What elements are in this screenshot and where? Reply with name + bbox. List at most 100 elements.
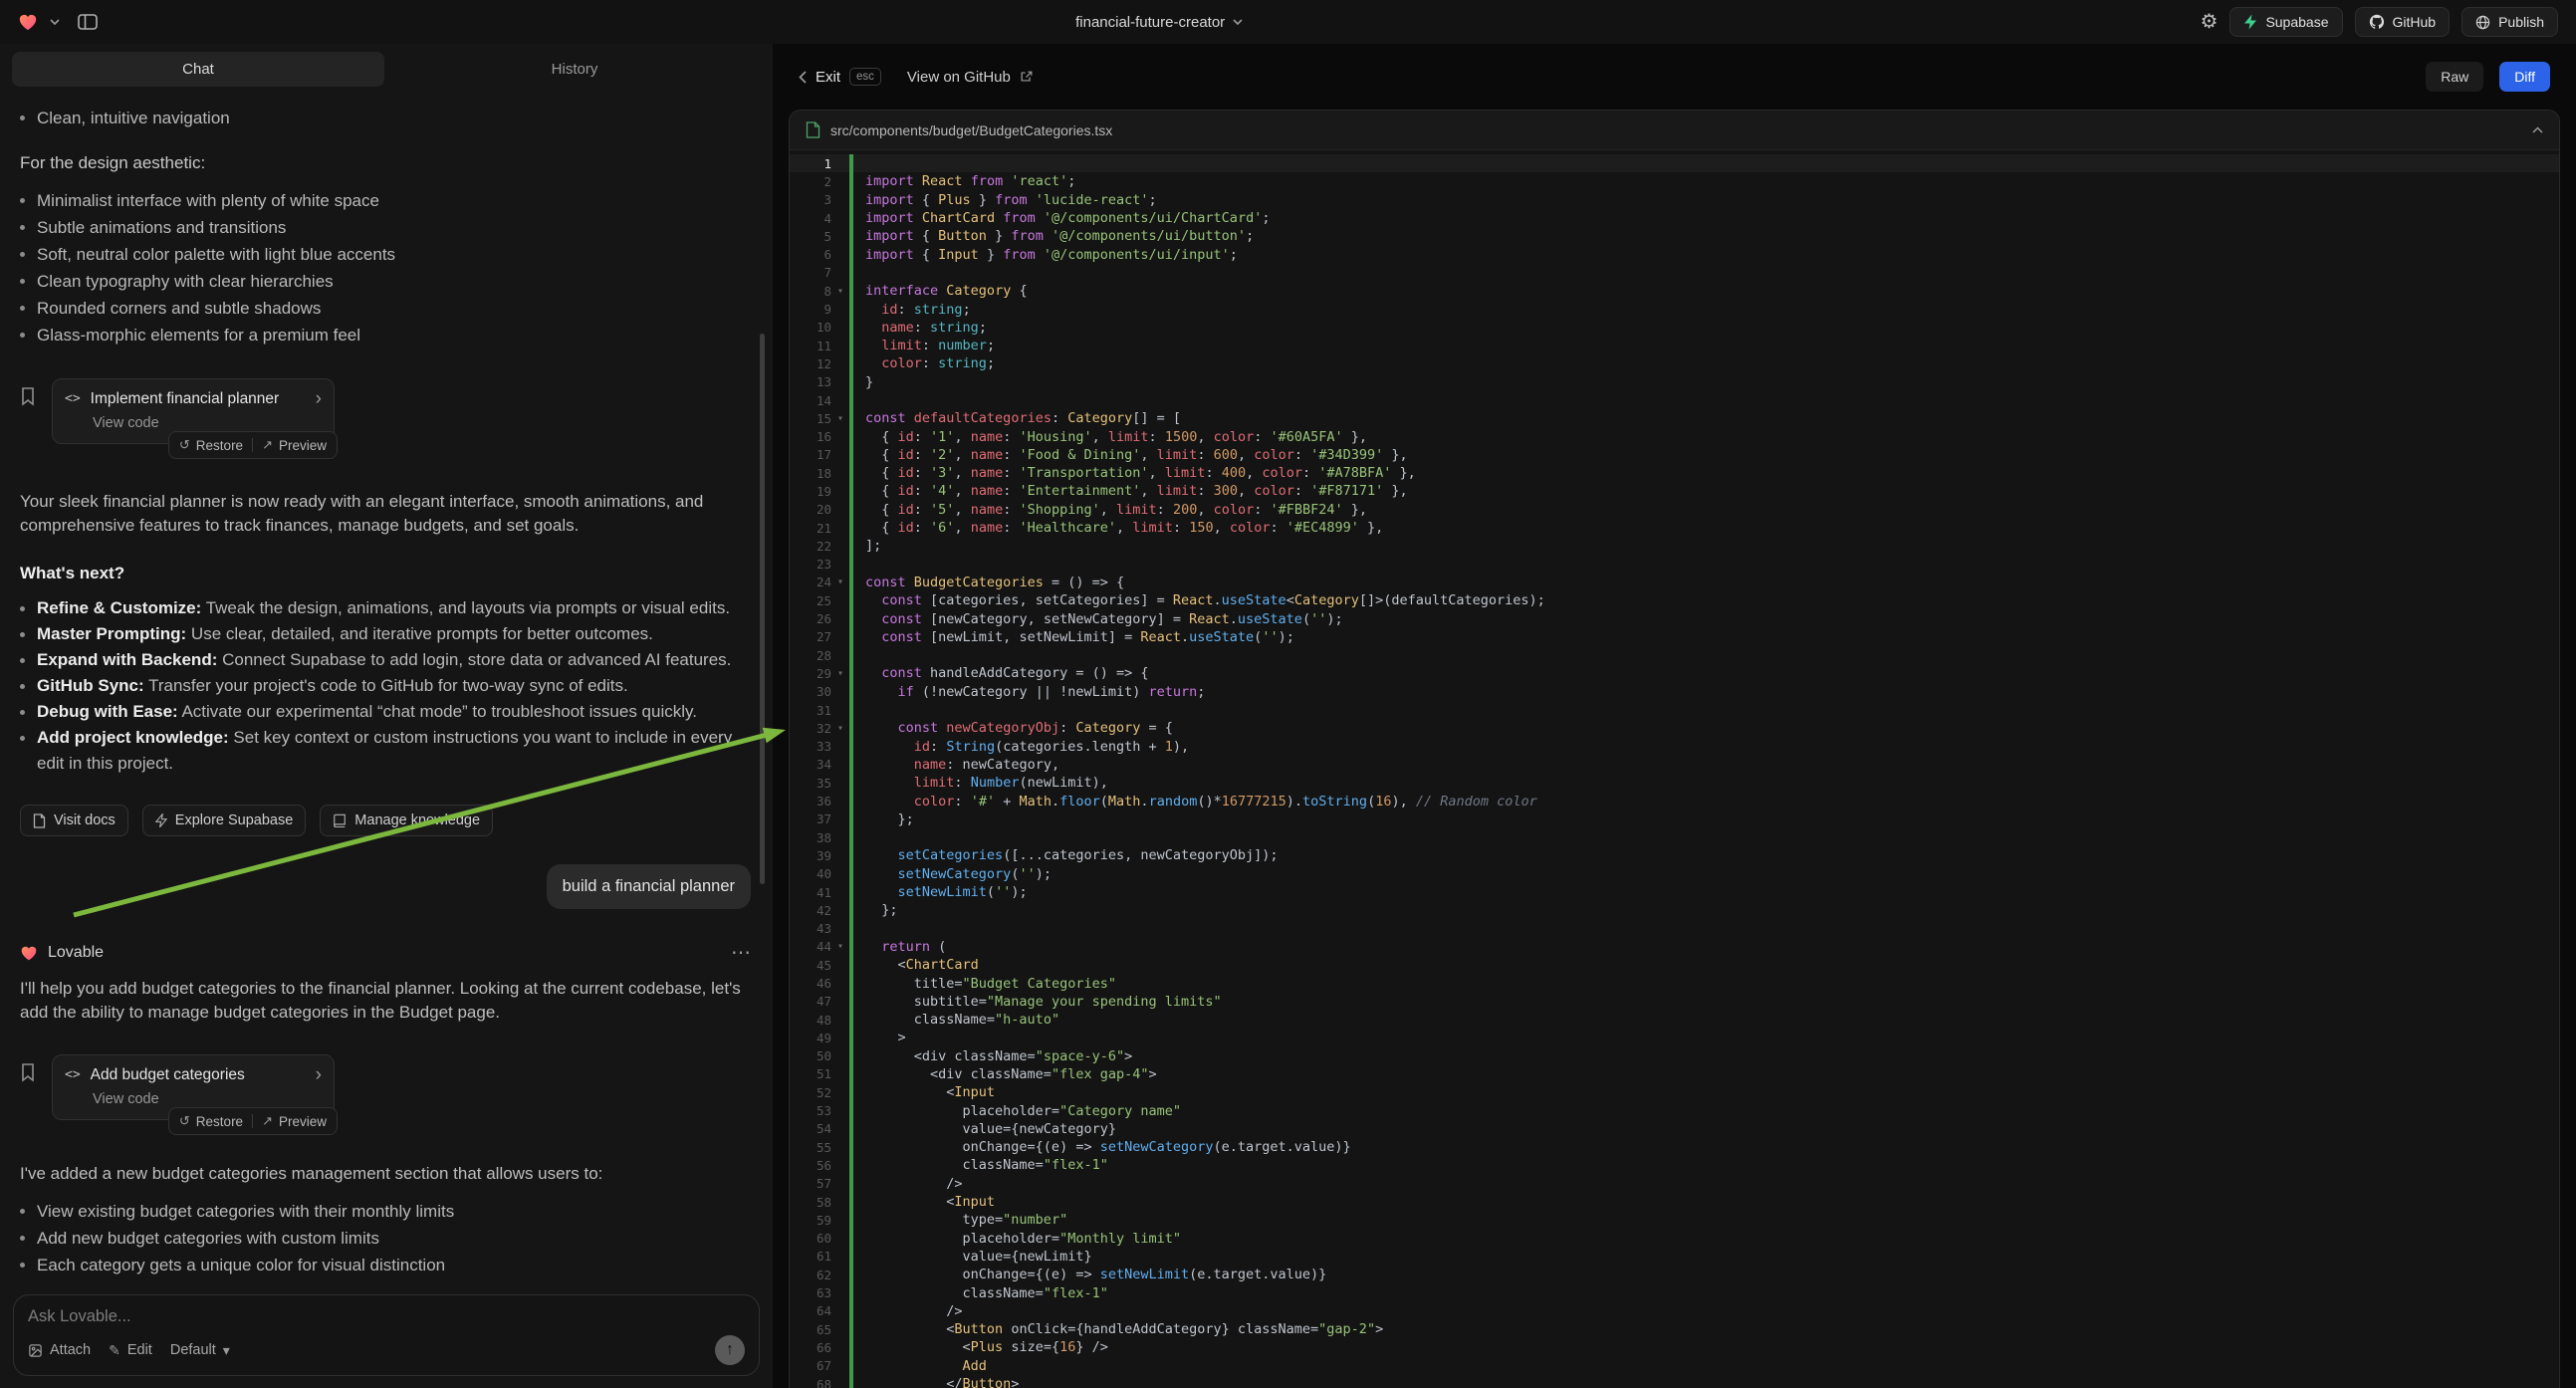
chat-input[interactable] bbox=[28, 1307, 745, 1326]
diff-button[interactable]: Diff bbox=[2499, 62, 2550, 92]
code-line: 35 limit: Number(newLimit), bbox=[790, 774, 2559, 792]
code-line: 66 <Plus size={16} /> bbox=[790, 1338, 2559, 1356]
assistant-message: I'll help you add budget categories to t… bbox=[20, 977, 751, 1025]
code-text: <Plus size={16} /> bbox=[853, 1339, 1108, 1355]
code-text: { id: '4', name: 'Entertainment', limit:… bbox=[853, 483, 1408, 499]
line-number: 37 bbox=[790, 811, 831, 826]
line-number: 12 bbox=[790, 356, 831, 371]
line-number: 22 bbox=[790, 539, 831, 554]
code-text: { id: '1', name: 'Housing', limit: 1500,… bbox=[853, 429, 1367, 445]
code-text: const [newCategory, setNewCategory] = Re… bbox=[853, 611, 1343, 627]
result-bullets: View existing budget categories with the… bbox=[20, 1198, 751, 1278]
project-switcher[interactable]: financial-future-creator bbox=[1075, 14, 1243, 31]
bullet-dot bbox=[20, 198, 25, 203]
line-number: 57 bbox=[790, 1176, 831, 1191]
github-button[interactable]: GitHub bbox=[2355, 7, 2451, 37]
view-code-link[interactable]: View code bbox=[93, 415, 322, 431]
line-number: 4 bbox=[790, 211, 831, 226]
code-text: onChange={(e) => setNewCategory(e.target… bbox=[853, 1139, 1351, 1155]
code-line: 42 }; bbox=[790, 901, 2559, 919]
visit-docs-button[interactable]: Visit docs bbox=[20, 805, 128, 836]
line-number: 6 bbox=[790, 247, 831, 262]
restore-button[interactable]: ↺ Restore bbox=[179, 1113, 243, 1129]
bookmark-icon[interactable] bbox=[20, 1062, 36, 1082]
code-text: placeholder="Category name" bbox=[853, 1103, 1181, 1119]
fold-chevron-icon[interactable]: ▾ bbox=[831, 577, 849, 587]
code-line: 68 </Button> bbox=[790, 1375, 2559, 1388]
line-number: 38 bbox=[790, 830, 831, 845]
edit-button[interactable]: ✎ Edit bbox=[109, 1342, 152, 1358]
mode-select[interactable]: Default ▾ bbox=[170, 1342, 230, 1358]
edit-card-add-budget-categories[interactable]: <> Add budget categories › View code ↺ R… bbox=[52, 1054, 335, 1120]
line-number: 13 bbox=[790, 374, 831, 389]
publish-button[interactable]: Publish bbox=[2461, 7, 2558, 37]
view-on-github-link[interactable]: View on GitHub bbox=[907, 69, 1034, 86]
chevron-right-icon: › bbox=[316, 1065, 322, 1084]
view-code-link[interactable]: View code bbox=[93, 1091, 322, 1107]
chat-scrollbar-thumb[interactable] bbox=[760, 334, 765, 884]
manage-knowledge-button[interactable]: Manage knowledge bbox=[320, 805, 493, 836]
bullet-dot bbox=[20, 658, 25, 663]
settings-gear-icon[interactable]: ⚙ bbox=[2201, 12, 2219, 32]
code-text: > bbox=[853, 1030, 906, 1045]
fold-chevron-icon[interactable]: ▾ bbox=[831, 723, 849, 734]
code-line: 52 <Input bbox=[790, 1083, 2559, 1101]
lovable-logo-icon[interactable] bbox=[18, 13, 38, 31]
attach-button[interactable]: Attach bbox=[28, 1342, 91, 1358]
code-text: /> bbox=[853, 1303, 963, 1319]
fold-chevron-icon[interactable]: ▾ bbox=[831, 941, 849, 952]
chevron-down-icon: ▾ bbox=[223, 1343, 230, 1357]
send-button[interactable]: ↑ bbox=[715, 1335, 745, 1365]
code-line: 9 id: string; bbox=[790, 300, 2559, 318]
code-text: const newCategoryObj: Category = { bbox=[853, 720, 1173, 736]
code-line: 40 setNewCategory(''); bbox=[790, 865, 2559, 883]
attach-image-icon bbox=[28, 1343, 43, 1358]
restore-icon: ↺ bbox=[179, 437, 190, 453]
collapse-chevron-up-icon[interactable] bbox=[2532, 126, 2543, 133]
code-line: 60 placeholder="Monthly limit" bbox=[790, 1230, 2559, 1248]
explore-supabase-button[interactable]: Explore Supabase bbox=[142, 805, 307, 836]
more-options-icon[interactable]: ⋯ bbox=[731, 943, 751, 963]
code-text bbox=[853, 647, 873, 663]
sidebar-toggle-icon[interactable] bbox=[78, 14, 98, 30]
tab-chat[interactable]: Chat bbox=[12, 52, 384, 87]
bullet-dot bbox=[20, 225, 25, 230]
line-number: 24 bbox=[790, 575, 831, 589]
code-text: id: string; bbox=[853, 302, 971, 318]
code-line: 16 { id: '1', name: 'Housing', limit: 15… bbox=[790, 427, 2559, 445]
send-arrow-icon: ↑ bbox=[726, 1341, 734, 1359]
code-line: 2import React from 'react'; bbox=[790, 172, 2559, 190]
whats-next-heading: What's next? bbox=[20, 564, 751, 583]
line-number: 53 bbox=[790, 1103, 831, 1118]
chevron-down-icon[interactable] bbox=[50, 19, 60, 25]
restore-button[interactable]: ↺ Restore bbox=[179, 437, 243, 453]
exit-button[interactable]: Exit esc bbox=[799, 68, 881, 86]
line-number: 44 bbox=[790, 939, 831, 954]
chat-tabs: Chat History bbox=[0, 44, 773, 91]
list-item: Rounded corners and subtle shadows bbox=[20, 295, 751, 322]
code-line: 24▾const BudgetCategories = () => { bbox=[790, 574, 2559, 591]
code-line: 8▾interface Category { bbox=[790, 282, 2559, 300]
edit-card-row: <> Implement financial planner › View co… bbox=[20, 378, 751, 444]
code-text: import React from 'react'; bbox=[853, 173, 1075, 189]
line-number: 33 bbox=[790, 739, 831, 754]
line-number: 63 bbox=[790, 1285, 831, 1300]
code-line: 36 color: '#' + Math.floor(Math.random()… bbox=[790, 792, 2559, 810]
code-text: <div className="flex gap-4"> bbox=[853, 1066, 1157, 1082]
publish-label: Publish bbox=[2498, 14, 2544, 30]
preview-button[interactable]: ↗ Preview bbox=[262, 1113, 327, 1129]
code-lines[interactable]: 1 2import React from 'react';3import { P… bbox=[790, 150, 2559, 1388]
raw-button[interactable]: Raw bbox=[2426, 62, 2483, 92]
bullet-dot bbox=[20, 1236, 25, 1241]
bookmark-icon[interactable] bbox=[20, 386, 36, 406]
fold-chevron-icon[interactable]: ▾ bbox=[831, 286, 849, 297]
line-number: 40 bbox=[790, 866, 831, 881]
supabase-button[interactable]: Supabase bbox=[2229, 7, 2342, 37]
fold-chevron-icon[interactable]: ▾ bbox=[831, 413, 849, 424]
supabase-bolt-icon bbox=[155, 813, 167, 827]
preview-button[interactable]: ↗ Preview bbox=[262, 437, 327, 453]
edit-card-implement-financial-planner[interactable]: <> Implement financial planner › View co… bbox=[52, 378, 335, 444]
fold-chevron-icon[interactable]: ▾ bbox=[831, 668, 849, 679]
tab-history[interactable]: History bbox=[388, 52, 761, 87]
assistant-header: Lovable ⋯ bbox=[20, 943, 751, 963]
